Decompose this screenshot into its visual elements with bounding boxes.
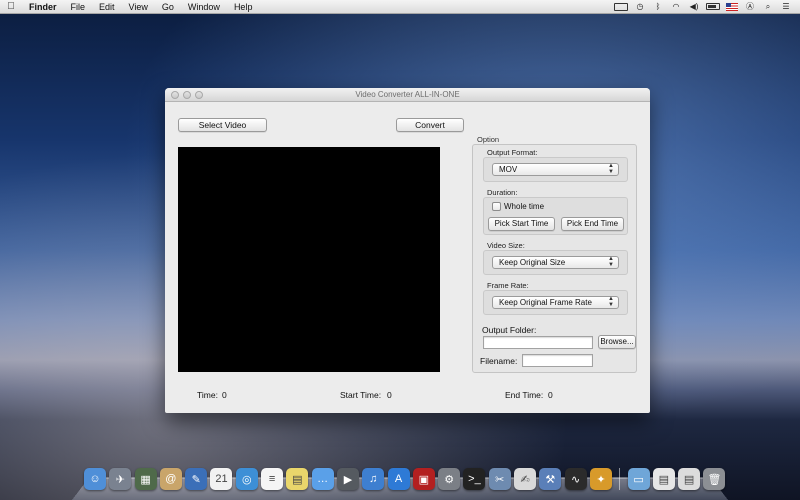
window-title: Video Converter ALL-IN-ONE	[355, 90, 460, 99]
duration-label: Duration:	[487, 188, 518, 197]
dock-separator	[619, 468, 621, 490]
menu-bar:  Finder File Edit View Go Window Help ◷…	[0, 0, 800, 14]
filename-field[interactable]	[522, 354, 593, 367]
video-preview	[178, 147, 440, 372]
script-editor-icon[interactable]: ✍	[514, 468, 537, 490]
textedit-icon[interactable]: ≡	[261, 468, 284, 490]
calendar-icon[interactable]: 21	[210, 468, 233, 490]
apple-menu-icon[interactable]: 	[0, 1, 22, 12]
whole-time-checkbox[interactable]	[492, 202, 501, 211]
finder-icon[interactable]: ☺	[84, 468, 106, 490]
start-time-value: 0	[387, 390, 392, 400]
wifi-icon[interactable]: ◠	[670, 2, 682, 12]
time-label: Time:	[197, 390, 218, 400]
xcode-icon[interactable]: ⚒	[539, 468, 562, 490]
stickies-icon[interactable]: ▤	[286, 468, 309, 490]
display-icon[interactable]	[614, 2, 628, 11]
option-section-label: Option	[477, 135, 500, 144]
frame-rate-label: Frame Rate:	[487, 281, 529, 290]
bluetooth-icon[interactable]: ᛒ	[652, 2, 664, 12]
volume-icon[interactable]: ◀)	[688, 2, 700, 12]
frame-rate-select[interactable]: Keep Original Frame Rate ▲ ▼	[492, 296, 619, 309]
menu-help[interactable]: Help	[227, 0, 260, 14]
output-format-select[interactable]: MOV ▲ ▼	[492, 163, 619, 176]
pick-start-time-button[interactable]: Pick Start Time	[488, 217, 555, 231]
battery-icon[interactable]	[706, 3, 720, 10]
output-folder-label: Output Folder:	[482, 325, 537, 335]
zoom-button-icon[interactable]	[195, 91, 203, 99]
video-size-label: Video Size:	[487, 241, 525, 250]
output-format-value: MOV	[499, 165, 518, 174]
whole-time-label: Whole time	[504, 202, 545, 211]
video-size-group: Keep Original Size ▲ ▼	[483, 250, 628, 275]
safari-icon[interactable]: ◎	[235, 468, 258, 490]
status-area: ◷ ᛒ ◠ ◀) Ⓐ ⌕ ☰	[614, 2, 800, 12]
system-preferences-icon[interactable]: ⚙	[438, 468, 461, 490]
convert-button[interactable]: Convert	[396, 118, 464, 132]
documents-stack-icon[interactable]: ▤	[652, 468, 675, 490]
spotlight-search-icon[interactable]: ⌕	[762, 2, 774, 12]
output-format-group: MOV ▲ ▼	[483, 157, 628, 182]
frame-rate-value: Keep Original Frame Rate	[499, 298, 592, 307]
video-converter-icon[interactable]: ✦	[589, 468, 612, 490]
user-icon[interactable]: Ⓐ	[744, 2, 756, 12]
menu-window[interactable]: Window	[181, 0, 227, 14]
dock: ☺ ✈ ▦ @ ✎ 21 ◎ ≡ ▤… ▶ ♫ A ▣ ⚙ >_ ✂ ✍ ⚒ ∿ ✦ ▭ ▤ ▤ 🗑	[84, 468, 726, 490]
frame-rate-group: Keep Original Frame Rate ▲ ▼	[483, 290, 628, 315]
minimize-button-icon[interactable]	[183, 91, 191, 99]
photo-booth-icon[interactable]: ▣	[412, 468, 435, 490]
contacts-icon[interactable]: @	[159, 468, 182, 490]
downloads-stack-icon[interactable]: ▤	[678, 468, 701, 490]
menu-view[interactable]: View	[122, 0, 155, 14]
end-time-value: 0	[548, 390, 553, 400]
image-capture-icon[interactable]: ▦	[134, 468, 157, 490]
app-store-icon[interactable]: A	[387, 468, 410, 490]
window-titlebar[interactable]: Video Converter ALL-IN-ONE	[165, 88, 650, 102]
select-arrows-icon: ▲ ▼	[608, 163, 614, 175]
us-flag-icon[interactable]	[726, 2, 738, 11]
time-machine-icon[interactable]: ◷	[634, 2, 646, 12]
trash-icon[interactable]: 🗑	[703, 468, 726, 490]
filename-label: Filename:	[480, 356, 518, 366]
menu-file[interactable]: File	[64, 0, 93, 14]
browse-button[interactable]: Browse...	[598, 335, 636, 349]
output-format-label: Output Format:	[487, 148, 538, 157]
end-time-label: End Time:	[505, 390, 544, 400]
select-video-button[interactable]: Select Video	[178, 118, 267, 132]
time-value: 0	[222, 390, 227, 400]
terminal-icon[interactable]: >_	[463, 468, 486, 490]
video-size-select[interactable]: Keep Original Size ▲ ▼	[492, 256, 619, 269]
itunes-icon[interactable]: ♫	[362, 468, 385, 490]
output-folder-field[interactable]	[483, 336, 593, 349]
notification-center-icon[interactable]: ☰	[780, 2, 792, 12]
duration-group: Whole time Pick Start Time Pick End Time	[483, 197, 628, 235]
activity-monitor-icon[interactable]: ∿	[564, 468, 587, 490]
menu-go[interactable]: Go	[155, 0, 181, 14]
select-arrows-icon: ▲ ▼	[608, 296, 614, 308]
pick-end-time-button[interactable]: Pick End Time	[561, 217, 624, 231]
start-time-label: Start Time:	[340, 390, 382, 400]
launchpad-icon[interactable]: ✈	[109, 468, 132, 490]
close-button-icon[interactable]	[171, 91, 179, 99]
messages-icon[interactable]: …	[311, 468, 334, 490]
select-arrows-icon: ▲ ▼	[608, 256, 614, 268]
video-size-value: Keep Original Size	[499, 258, 566, 267]
facetime-icon[interactable]: ▶	[336, 468, 359, 490]
menu-edit[interactable]: Edit	[92, 0, 122, 14]
menu-app-name[interactable]: Finder	[22, 0, 64, 14]
window-controls	[171, 91, 203, 99]
video-converter-window: Video Converter ALL-IN-ONE Select Video …	[165, 88, 650, 413]
folder-icon[interactable]: ▭	[627, 468, 650, 490]
preview-icon[interactable]: ✂	[488, 468, 511, 490]
app-store-pencil-icon[interactable]: ✎	[185, 468, 208, 490]
